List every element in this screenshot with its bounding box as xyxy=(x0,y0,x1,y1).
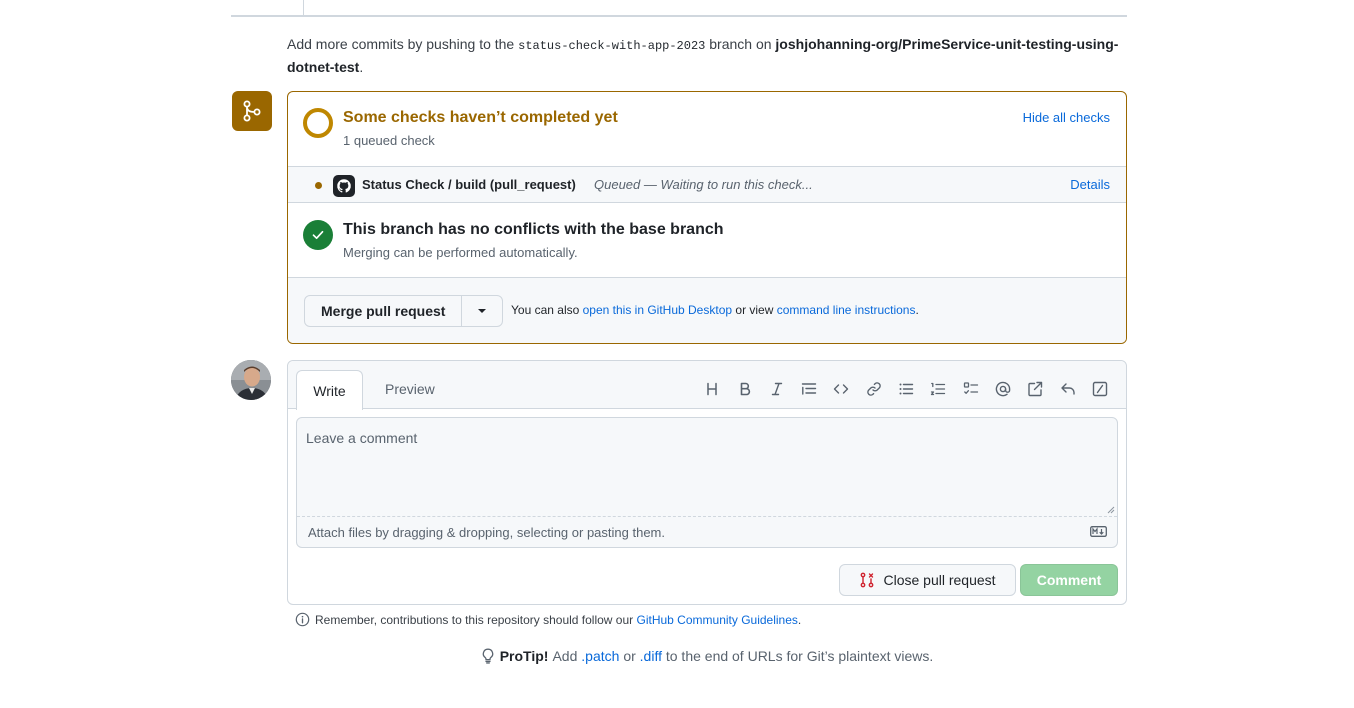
branch-name: status-check-with-app-2023 xyxy=(518,39,706,53)
command-line-instructions-link[interactable]: command line instructions xyxy=(777,303,916,317)
reminder-text: Remember, contributions to this reposito… xyxy=(315,612,634,627)
link-icon[interactable] xyxy=(858,380,890,398)
markdown-toolbar xyxy=(696,380,1116,398)
mention-icon[interactable] xyxy=(987,380,1019,398)
protip: ProTip! Add .patch or .diff to the end o… xyxy=(0,648,1354,664)
heading-icon[interactable] xyxy=(696,380,728,398)
light-bulb-icon xyxy=(482,648,493,664)
timeline-divider xyxy=(231,15,1127,17)
resize-handle-icon[interactable] xyxy=(1107,506,1115,514)
merge-button-group: Merge pull request xyxy=(304,295,504,327)
check-details-link[interactable]: Details xyxy=(1070,177,1110,192)
conflicts-section: This branch has no conflicts with the ba… xyxy=(288,203,1126,278)
checks-subtitle: 1 queued check xyxy=(343,133,435,148)
diff-link[interactable]: .diff xyxy=(640,648,662,664)
close-pull-request-label: Close pull request xyxy=(883,572,996,588)
contribution-reminder: Remember, contributions to this reposito… xyxy=(295,612,801,627)
or-view-text: or view xyxy=(735,303,774,317)
task-list-icon[interactable] xyxy=(955,380,987,398)
code-icon[interactable] xyxy=(825,380,857,398)
comment-textarea[interactable]: Leave a comment xyxy=(297,418,1117,517)
hide-all-checks-link[interactable]: Hide all checks xyxy=(1023,110,1110,125)
protip-text-2: or xyxy=(623,648,636,664)
timeline-line xyxy=(303,0,304,15)
checks-summary: Some checks haven’t completed yet 1 queu… xyxy=(288,92,1126,166)
community-guidelines-link[interactable]: GitHub Community Guidelines xyxy=(637,613,798,627)
quote-icon[interactable] xyxy=(793,380,825,398)
check-row: Status Check / build (pull_request) Queu… xyxy=(288,166,1126,203)
merge-pull-request-button[interactable]: Merge pull request xyxy=(305,296,463,326)
github-desktop-link[interactable]: open this in GitHub Desktop xyxy=(583,303,732,317)
queued-dot-icon xyxy=(315,182,322,189)
checks-title: Some checks haven’t completed yet xyxy=(343,109,618,126)
info-icon xyxy=(295,612,310,627)
git-merge-icon xyxy=(232,91,272,131)
also-text: You can also xyxy=(511,303,580,317)
comment-tabbar: Write Preview xyxy=(288,361,1126,410)
protip-text-3: to the end of URLs for Git’s plaintext v… xyxy=(665,648,934,664)
avatar[interactable] xyxy=(231,360,271,400)
reply-icon[interactable] xyxy=(1051,380,1083,398)
attach-files-hint[interactable]: Attach files by dragging & dropping, sel… xyxy=(308,525,665,540)
unordered-list-icon[interactable] xyxy=(890,380,922,398)
protip-label: ProTip! xyxy=(499,648,549,664)
merge-period: . xyxy=(915,303,919,317)
tab-write[interactable]: Write xyxy=(296,370,363,410)
patch-link[interactable]: .patch xyxy=(581,648,619,664)
reminder-period: . xyxy=(797,612,802,627)
close-pull-request-button[interactable]: Close pull request xyxy=(839,564,1016,596)
check-circle-icon xyxy=(303,220,333,250)
comment-form: Write Preview Leave a comment Attach fil… xyxy=(287,360,1127,605)
merge-method-dropdown[interactable] xyxy=(462,296,502,326)
cross-reference-icon[interactable] xyxy=(1019,380,1051,398)
slash-command-icon[interactable] xyxy=(1084,380,1116,398)
markdown-icon[interactable] xyxy=(1090,526,1107,537)
merge-actions: Merge pull request You can also open thi… xyxy=(288,278,1126,343)
conflicts-subtitle: Merging can be performed automatically. xyxy=(343,245,578,260)
triangle-down-icon xyxy=(478,309,487,313)
commit-note-suffix: . xyxy=(359,59,364,75)
github-actions-app-icon xyxy=(333,175,355,197)
pending-status-icon xyxy=(303,108,333,138)
ordered-list-icon[interactable] xyxy=(922,380,954,398)
comment-editor: Leave a comment Attach files by dragging… xyxy=(296,417,1118,548)
check-name: Status Check / build (pull_request) xyxy=(362,177,576,192)
conflicts-title: This branch has no conflicts with the ba… xyxy=(343,221,724,238)
commit-note: Add more commits by pushing to the statu… xyxy=(287,34,1127,78)
check-status: Queued — Waiting to run this check... xyxy=(594,177,813,192)
comment-placeholder: Leave a comment xyxy=(306,430,418,446)
git-pull-request-closed-icon xyxy=(861,572,874,588)
commit-note-prefix: Add more commits by pushing to the xyxy=(287,36,515,52)
commit-note-middle: branch on xyxy=(709,36,772,52)
merge-box: Some checks haven’t completed yet 1 queu… xyxy=(287,91,1127,344)
italic-icon[interactable] xyxy=(761,380,793,398)
tab-preview[interactable]: Preview xyxy=(385,381,435,397)
comment-button[interactable]: Comment xyxy=(1020,564,1118,596)
merge-alternatives: You can also open this in GitHub Desktop… xyxy=(511,303,919,317)
protip-text-1: Add xyxy=(552,648,578,664)
bold-icon[interactable] xyxy=(728,380,760,398)
